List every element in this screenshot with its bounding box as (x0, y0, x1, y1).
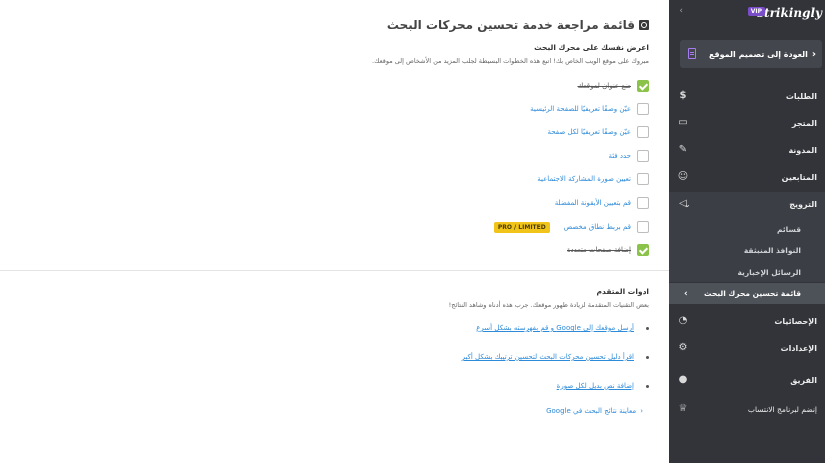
task-item[interactable]: قم بربط نطاق مخصص PRO / LIMITED (493, 220, 649, 234)
checkbox[interactable] (637, 173, 649, 185)
sidebar-subitem-seo-checklist[interactable]: قائمة تحسين محرك البحث › (669, 283, 825, 304)
sidebar-subitem-coupons[interactable]: قسائم (669, 219, 825, 240)
sidebar-item-blog[interactable]: المدونة ✎ (669, 138, 825, 162)
checkbox[interactable] (637, 126, 649, 138)
sidebar-item-settings[interactable]: الإعدادات ⚙ (669, 336, 825, 360)
main-content: قائمة مراجعة خدمة تحسين محركات البحث اعر… (0, 0, 669, 463)
megaphone-icon: ◁ (679, 198, 687, 209)
sidebar-item-store[interactable]: المتجر ▭ (669, 111, 825, 135)
task-item[interactable]: عيّن وصفًا تعريفيًا للصفحة الرئيسية (530, 102, 649, 116)
team-icon: ● (678, 374, 688, 385)
gear-icon: ⚙ (678, 342, 688, 353)
users-icon: ☺ (677, 171, 689, 182)
checkbox[interactable] (637, 150, 649, 162)
chevron-right-icon: › (684, 288, 688, 299)
task-item[interactable]: حدد فئة (608, 149, 649, 163)
sidebar-item-followers[interactable]: المتابعين ☺ (669, 165, 825, 189)
checkbox-checked[interactable] (637, 244, 649, 256)
advanced-heading: ادوات المتقدم (596, 287, 649, 296)
advanced-link-item[interactable]: أرسل موقعك إلى Google و قم بفهرسته بشكل … (476, 322, 649, 334)
back-to-editor-button[interactable]: ‹ العودة إلى تصميم الموقع (680, 40, 822, 68)
chevron-left-icon: ‹ (811, 48, 816, 60)
sidebar: strikingly VIP › ‹ العودة إلى تصميم المو… (669, 0, 825, 463)
checkbox[interactable] (637, 103, 649, 115)
task-item[interactable]: ضع عنوان لموقعك (577, 79, 649, 93)
vip-badge: VIP (747, 7, 765, 16)
sidebar-item-affiliate[interactable]: إنضم لبرنامج الانتساب ♕ (669, 397, 825, 421)
sidebar-subitem-newsletters[interactable]: الرسائل الإخبارية (669, 262, 825, 283)
bullet-icon (646, 326, 649, 330)
advanced-description: بعض التقنيات المتقدمة لزيادة ظهور موقعك.… (448, 301, 649, 309)
google-preview-link[interactable]: ‹ معاينة نتائج البحث في Google (546, 407, 643, 415)
bullet-icon (646, 355, 649, 359)
page-title: قائمة مراجعة خدمة تحسين محركات البحث (387, 18, 649, 32)
sidebar-subitem-popups[interactable]: النوافذ المنبثقة (669, 240, 825, 261)
task-item[interactable]: عيّن وصفًا تعريفيًا لكل صفحة (548, 125, 649, 139)
checkbox[interactable] (637, 197, 649, 209)
task-item[interactable]: تعيين صورة المشاركة الاجتماعية (537, 172, 649, 186)
store-icon: ▭ (678, 117, 688, 128)
checkbox-checked[interactable] (637, 80, 649, 92)
section-heading: اعرض نفسك على محرك البحث (534, 43, 649, 52)
sidebar-item-orders[interactable]: الطلبات $ (669, 84, 825, 108)
pen-icon: ✎ (678, 144, 688, 155)
chevron-left-icon: ‹ (640, 407, 643, 415)
trophy-icon: ♕ (678, 403, 688, 414)
advanced-link-item[interactable]: إضافة نص بديل لكل صورة (557, 380, 649, 392)
collapse-sidebar-icon[interactable]: › (679, 6, 683, 16)
strikingly-logo: strikingly (757, 6, 822, 20)
task-item[interactable]: قم بتعيين الأيقونة المفضلة (555, 196, 649, 210)
page-icon (688, 48, 696, 59)
sidebar-header: strikingly VIP › (669, 0, 825, 30)
advanced-link-item[interactable]: اقرأ دليل تحسين محركات البحث لتحسين ترتي… (462, 351, 649, 363)
task-item[interactable]: إضافة صفحات متعددة (567, 243, 649, 257)
pie-chart-icon: ◔ (678, 315, 688, 326)
sidebar-item-promotion[interactable]: الترويج ⌄ ◁ (669, 192, 825, 216)
checkbox[interactable] (637, 221, 649, 233)
section-divider (0, 270, 669, 271)
dollar-icon: $ (679, 90, 687, 101)
bullet-icon (646, 384, 649, 388)
section-description: مبروك على موقع الويب الخاص بك! اتبع هذه … (372, 57, 649, 65)
pro-limited-badge: PRO / LIMITED (493, 221, 550, 233)
sidebar-item-team[interactable]: الفريق ● (669, 368, 825, 392)
search-icon (639, 20, 649, 30)
sidebar-item-analytics[interactable]: الإحصائيات ◔ (669, 309, 825, 333)
